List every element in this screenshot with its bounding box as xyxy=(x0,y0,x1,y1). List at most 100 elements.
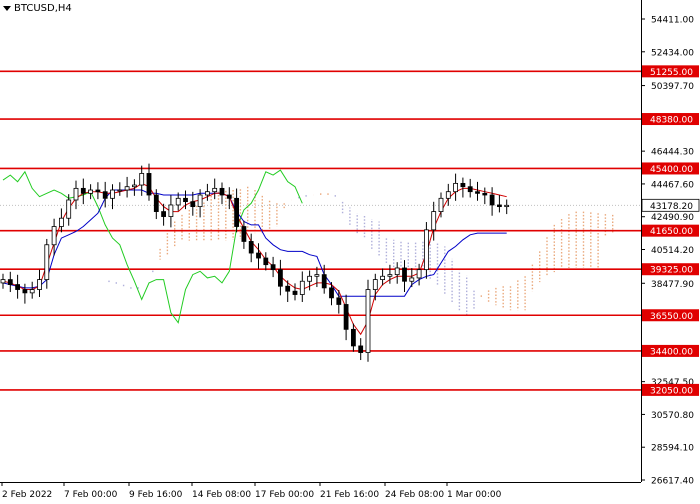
candle-body xyxy=(212,187,218,193)
price-tick-label: 42490.90 xyxy=(651,213,694,223)
candle-body xyxy=(37,279,42,290)
level-price-label: 51255.00 xyxy=(650,68,693,78)
candle-body xyxy=(80,187,86,194)
candle-body xyxy=(453,182,459,193)
price-tick-label: 52434.00 xyxy=(651,48,694,58)
candle-body xyxy=(51,226,57,246)
candle-body xyxy=(314,274,320,277)
candle-body xyxy=(321,274,327,289)
time-tick-label: 21 Feb 16:00 xyxy=(320,490,379,500)
candle-body xyxy=(168,204,174,217)
candle-body xyxy=(380,275,386,280)
tenkan-sen-line xyxy=(2,182,507,336)
candle-body xyxy=(277,269,283,287)
price-tick-label: 30570.80 xyxy=(651,411,694,421)
candle-body xyxy=(496,204,502,208)
price-tick-label: 46444.30 xyxy=(651,148,694,158)
price-tick-label: 40514.20 xyxy=(651,246,694,256)
candle-body xyxy=(204,191,210,196)
current-price-label: 43178.20 xyxy=(650,202,693,212)
kijun-sen-line xyxy=(2,189,507,297)
candle-body xyxy=(482,192,488,196)
candle-body xyxy=(343,304,349,330)
time-tick-label: 14 Feb 08:00 xyxy=(192,490,251,500)
candle-body xyxy=(299,280,305,295)
candle-body xyxy=(197,194,203,208)
candle-body xyxy=(190,201,196,208)
price-tick-label: 44467.60 xyxy=(651,180,694,190)
candle-body xyxy=(423,229,429,271)
candle-body xyxy=(504,204,510,208)
candle-body xyxy=(336,297,342,305)
candle-body xyxy=(285,285,291,292)
candle-body xyxy=(183,197,188,203)
chart-window[interactable]: 54411.00 52434.00 50397.70 48380.00 46444.30… xyxy=(0,0,700,500)
candle-body xyxy=(438,197,444,212)
candle-body xyxy=(117,189,123,192)
candle-body xyxy=(263,257,269,266)
candle-body xyxy=(329,287,334,299)
candle-body xyxy=(29,289,35,294)
candle-body xyxy=(124,186,130,191)
candlestick-chart[interactable]: 54411.00 52434.00 50397.70 48380.00 46444.30… xyxy=(0,0,700,500)
candle-body xyxy=(59,217,64,227)
candle-body xyxy=(7,279,13,285)
candle-body xyxy=(241,226,247,242)
candle-body xyxy=(88,189,93,194)
candle-body xyxy=(153,194,159,212)
time-tick-label: 1 Mar 00:00 xyxy=(447,490,502,500)
candle-body xyxy=(394,267,400,276)
candle-body xyxy=(95,189,101,193)
candle-body xyxy=(226,194,232,199)
level-price-label: 39325.00 xyxy=(650,266,693,276)
horizontal-levels xyxy=(0,70,641,391)
price-tick-label: 54411.00 xyxy=(651,16,694,26)
candle-body xyxy=(248,241,254,254)
candle-body xyxy=(467,186,473,193)
candle-body xyxy=(270,264,276,271)
level-price-label: 41650.00 xyxy=(650,227,693,237)
candle-body xyxy=(372,279,378,290)
candle-body xyxy=(73,187,79,201)
time-axis: 2 Feb 2022 7 Feb 00:00 9 Feb 16:00 14 Feb 0… xyxy=(0,482,641,500)
candle-body xyxy=(161,211,167,217)
level-price-label: 48380.00 xyxy=(650,116,693,126)
candle-body xyxy=(44,244,50,280)
level-price-label: 34400.00 xyxy=(650,347,693,357)
price-tick-label: 26617.40 xyxy=(651,477,694,487)
candle-body xyxy=(307,275,313,282)
price-tick-label: 38477.90 xyxy=(651,280,694,290)
candle-body xyxy=(292,290,298,295)
candle-body xyxy=(402,267,407,282)
candle-body xyxy=(256,252,261,259)
dropdown-triangle-icon xyxy=(3,5,11,11)
candle-body xyxy=(0,279,6,284)
symbol-menu[interactable]: BTCUSD,H4 xyxy=(3,1,72,15)
candle-body xyxy=(22,289,28,294)
price-tick-label: 50397.70 xyxy=(651,82,694,92)
time-tick-label: 9 Feb 16:00 xyxy=(129,490,183,500)
level-price-label: 32050.00 xyxy=(650,386,693,396)
time-tick-label: 7 Feb 00:00 xyxy=(64,490,118,500)
candle-body xyxy=(15,284,21,290)
price-axis: 54411.00 52434.00 50397.70 48380.00 46444.30… xyxy=(641,0,700,500)
candle-body xyxy=(131,184,137,188)
candle-body xyxy=(460,182,466,188)
candle-body xyxy=(365,289,371,353)
candle-body xyxy=(387,274,393,277)
candle-body xyxy=(350,328,356,347)
candle-body xyxy=(110,189,115,199)
time-tick-label: 24 Feb 08:00 xyxy=(385,490,444,500)
candle-body xyxy=(219,187,225,196)
level-price-label: 45400.00 xyxy=(650,165,693,175)
candle-body xyxy=(416,269,422,279)
candle-body xyxy=(102,191,108,199)
level-price-label: 36550.00 xyxy=(650,312,693,322)
candle-body xyxy=(66,199,72,219)
candle-body xyxy=(139,173,145,186)
candle-body xyxy=(175,197,181,206)
time-tick-label: 17 Feb 00:00 xyxy=(255,490,314,500)
candle-body xyxy=(489,194,495,206)
candle-body xyxy=(475,191,480,194)
time-tick-label: 2 Feb 2022 xyxy=(2,490,52,500)
